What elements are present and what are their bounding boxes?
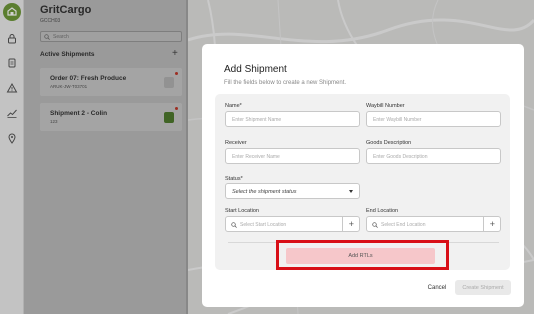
goods-description-label: Goods Description	[366, 140, 412, 146]
add-start-location-plus-icon[interactable]: +	[349, 219, 354, 229]
end-location-input[interactable]: Select End Location +	[366, 216, 501, 232]
name-label: Name*	[225, 103, 242, 109]
waybill-number-input[interactable]: Enter Waybill Number	[366, 111, 501, 127]
modal-title: Add Shipment	[224, 64, 287, 75]
name-placeholder: Enter Shipment Name	[232, 117, 282, 123]
receiver-input[interactable]: Enter Receiver Name	[225, 148, 360, 164]
search-icon	[372, 222, 378, 228]
highlight-box	[276, 240, 449, 270]
status-selected-value: Select the shipment status	[232, 188, 297, 195]
waybill-placeholder: Enter Waybill Number	[373, 117, 422, 123]
cancel-button[interactable]: Cancel	[425, 283, 449, 293]
end-location-placeholder: Select End Location	[381, 222, 426, 228]
status-label: Status*	[225, 176, 243, 182]
receiver-placeholder: Enter Receiver Name	[232, 154, 280, 160]
goods-description-input[interactable]: Enter Goods Description	[366, 148, 501, 164]
create-shipment-label: Create Shipment	[462, 284, 504, 291]
waybill-label: Waybill Number	[366, 103, 405, 109]
search-icon	[231, 222, 237, 228]
start-location-placeholder: Select Start Location	[240, 222, 287, 228]
status-select[interactable]: Select the shipment status	[225, 183, 360, 199]
input-divider	[342, 217, 343, 231]
shipment-name-input[interactable]: Enter Shipment Name	[225, 111, 360, 127]
input-divider	[483, 217, 484, 231]
start-location-label: Start Location	[225, 208, 259, 214]
receiver-label: Receiver	[225, 140, 247, 146]
chevron-down-icon	[349, 190, 353, 193]
start-location-input[interactable]: Select Start Location +	[225, 216, 360, 232]
create-shipment-button[interactable]: Create Shipment	[455, 280, 511, 295]
end-location-label: End Location	[366, 208, 399, 214]
add-end-location-plus-icon[interactable]: +	[490, 219, 495, 229]
modal-subtitle: Fill the fields below to create a new Sh…	[224, 80, 347, 86]
goods-placeholder: Enter Goods Description	[373, 154, 428, 160]
